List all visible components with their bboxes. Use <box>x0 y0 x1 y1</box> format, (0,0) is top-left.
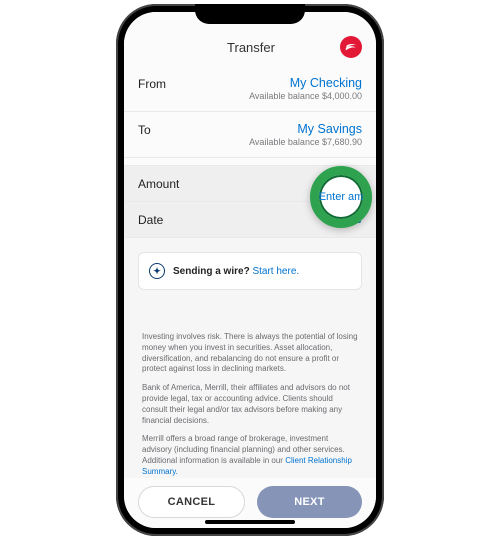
from-row[interactable]: From My Checking Available balance $4,00… <box>124 66 376 112</box>
amount-label: Amount <box>138 176 179 191</box>
disclosure: Investing involves risk. There is always… <box>124 298 376 478</box>
lightbulb-icon: ✦ <box>149 263 165 279</box>
wire-card[interactable]: ✦ Sending a wire? Start here. <box>138 252 362 290</box>
tap-highlight: Enter am <box>310 166 372 228</box>
disclosure-p2: Bank of America, Merrill, their affiliat… <box>142 383 358 426</box>
to-row[interactable]: To My Savings Available balance $7,680.9… <box>124 112 376 158</box>
to-label: To <box>138 122 151 137</box>
from-label: From <box>138 76 166 91</box>
wire-question: Sending a wire? <box>173 266 250 277</box>
from-value: My Checking Available balance $4,000.00 <box>249 76 362 101</box>
to-balance: Available balance $7,680.90 <box>249 137 362 147</box>
page-title: Transfer <box>162 40 340 55</box>
bank-logo-icon <box>340 36 362 58</box>
disclosure-p3: Merrill offers a broad range of brokerag… <box>142 434 358 477</box>
cancel-button[interactable]: CANCEL <box>138 486 245 518</box>
amount-placeholder-fragment: Enter am <box>319 191 364 203</box>
wire-text: Sending a wire? Start here. <box>173 266 299 277</box>
to-value: My Savings Available balance $7,680.90 <box>249 122 362 147</box>
from-account: My Checking <box>249 76 362 90</box>
wire-link[interactable]: Start here. <box>252 266 299 277</box>
screen: Transfer From My Checking Available bala… <box>124 12 376 528</box>
notch <box>195 4 305 24</box>
content: From My Checking Available balance $4,00… <box>124 66 376 478</box>
next-button[interactable]: NEXT <box>257 486 362 518</box>
disclosure-p1: Investing involves risk. There is always… <box>142 332 358 375</box>
home-indicator[interactable] <box>205 520 295 524</box>
from-balance: Available balance $4,000.00 <box>249 91 362 101</box>
section-gap <box>124 158 376 166</box>
date-label: Date <box>138 212 163 227</box>
to-account: My Savings <box>249 122 362 136</box>
phone-frame: Transfer From My Checking Available bala… <box>116 4 384 536</box>
